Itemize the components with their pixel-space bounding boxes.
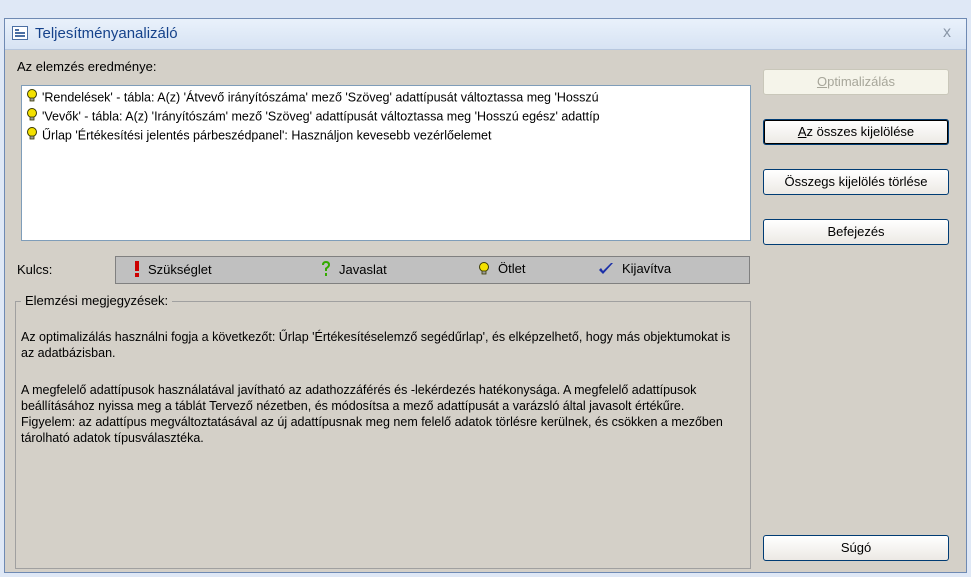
- optimize-button[interactable]: Optimalizálás: [763, 69, 949, 95]
- key-idea: Ötlet: [478, 261, 525, 276]
- key-requirement-label: Szükséglet: [148, 262, 212, 277]
- help-button[interactable]: Súgó: [763, 535, 949, 561]
- close-icon[interactable]: x: [938, 24, 956, 42]
- list-item[interactable]: Űrlap 'Értékesítési jelentés párbeszédpa…: [26, 127, 491, 145]
- notes-paragraph: Az optimalizálás használni fogja a követ…: [21, 330, 731, 360]
- results-label: Az elemzés eredménye:: [17, 59, 157, 74]
- top-strip: [0, 0, 971, 18]
- idea-bulb-icon: [479, 262, 489, 275]
- title-bar: Teljesítményanalizáló x: [5, 19, 966, 50]
- key-fixed: Kijavítva: [598, 261, 671, 276]
- idea-bulb-icon: [26, 127, 42, 144]
- performance-analyzer-dialog: Teljesítményanalizáló x Az elemzés eredm…: [4, 18, 967, 573]
- list-item[interactable]: 'Vevők' - tábla: A(z) 'Irányítószám' mez…: [26, 108, 600, 126]
- select-all-button[interactable]: Az összes kijelölése: [763, 119, 949, 145]
- idea-bulb-icon: [26, 108, 42, 125]
- notes-paragraph: A megfelelő adattípusok használatával ja…: [21, 383, 723, 445]
- key-fixed-label: Kijavítva: [622, 261, 672, 276]
- checkmark-icon: [599, 263, 613, 274]
- list-item[interactable]: 'Rendelések' - tábla: A(z) 'Átvevő irány…: [26, 89, 599, 107]
- result-text: Űrlap 'Értékesítési jelentés párbeszédpa…: [42, 128, 492, 143]
- window-title: Teljesítményanalizáló: [35, 25, 178, 42]
- finish-button[interactable]: Befejezés: [763, 219, 949, 245]
- question-icon: [322, 261, 330, 276]
- analysis-notes-title: Elemzési megjegyzések:: [21, 293, 173, 308]
- deselect-all-button[interactable]: Összegs kijelölés törlése: [763, 169, 949, 195]
- result-text: 'Rendelések' - tábla: A(z) 'Átvevő irány…: [42, 90, 599, 105]
- key-suggestion-label: Javaslat: [339, 262, 387, 277]
- idea-bulb-icon: [26, 89, 42, 106]
- results-list[interactable]: 'Rendelések' - tábla: A(z) 'Átvevő irány…: [21, 85, 751, 241]
- key-legend: Szükséglet Javaslat Ötlet Kijavítva: [115, 256, 750, 284]
- result-text: 'Vevők' - tábla: A(z) 'Irányítószám' mez…: [42, 109, 600, 124]
- key-requirement: Szükséglet: [134, 261, 212, 277]
- form-icon: [12, 26, 28, 40]
- key-label: Kulcs:: [17, 262, 53, 277]
- key-suggestion: Javaslat: [321, 261, 387, 277]
- key-idea-label: Ötlet: [498, 261, 526, 276]
- exclamation-icon: [135, 261, 139, 277]
